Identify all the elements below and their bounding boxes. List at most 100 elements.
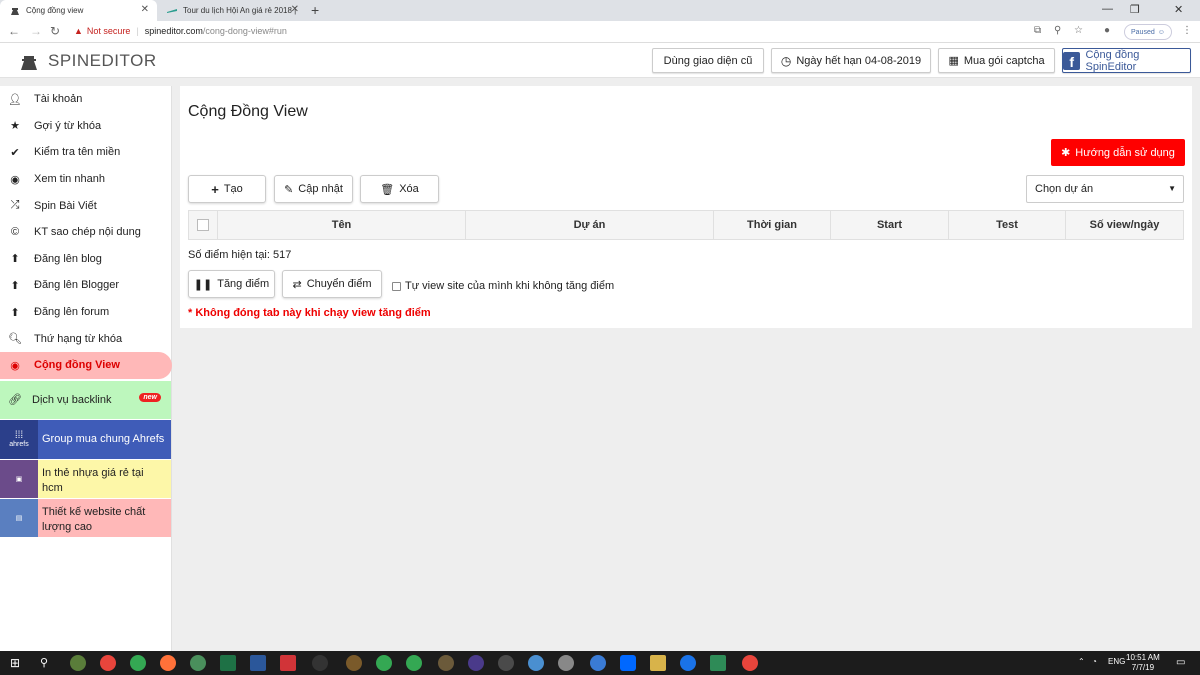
new-tab-button[interactable]: + [311,2,319,18]
paused-sync-button[interactable]: Paused ☺ [1124,24,1172,40]
main-panel: Cộng Đồng View ✱ Hướng dẫn sử dụng + Tạo… [180,86,1192,328]
menu-kebab-icon[interactable]: ⋮ [1182,25,1192,36]
back-icon[interactable]: ← [8,24,20,38]
sidebar-item-backlink[interactable]: 🔗︎ Dịch vụ backlink new [0,380,171,419]
sidebar-item-news[interactable]: ◉ Xem tin nhanh [0,166,171,193]
edge-icon[interactable] [680,655,696,671]
old-ui-button[interactable]: Dùng giao diện cũ [652,48,764,73]
copyright-icon: © [10,226,20,239]
guide-button[interactable]: ✱ Hướng dẫn sử dụng [1051,139,1185,166]
eye-icon: ◉ [10,173,20,186]
chrome-icon[interactable] [438,655,454,671]
eye-icon: ◉ [10,359,20,372]
zalo-icon[interactable] [620,655,636,671]
chrome-icon[interactable] [468,655,484,671]
app-icon[interactable] [312,655,328,671]
tray-chevron-icon[interactable]: ⌃ [1078,657,1085,666]
select-all-cell[interactable] [189,211,218,239]
zoom-icon[interactable]: ⚲ [1054,25,1061,36]
community-facebook-button[interactable]: f Cộng đồng SpinEditor [1062,48,1191,73]
bookmark-star-icon[interactable]: ☆ [1074,25,1083,36]
sidebar-item-keyword-rank[interactable]: 🔍︎ Thứ hạng từ khóa [0,325,171,352]
table-header: Tên Dự án Thời gian Start Test Số view/n… [188,210,1184,240]
windows-start-icon[interactable]: ⊞ [10,656,20,670]
url-path: /cong-dong-view#run [202,26,287,36]
delete-button[interactable]: 🗑︎ Xóa [360,175,439,203]
forward-icon[interactable]: → [30,24,42,38]
chrome-icon[interactable] [376,655,392,671]
chrome-icon[interactable] [558,655,574,671]
sidebar-item-copy-check[interactable]: © KT sao chép nội dung [0,219,171,246]
increase-points-button[interactable]: ❚❚ Tăng điểm [188,270,275,298]
app-icon[interactable] [710,655,726,671]
word-icon[interactable] [250,655,266,671]
sidebar-item-keyword-suggest[interactable]: ★ Gợi ý từ khóa [0,113,171,140]
address-bar: ← → ↻ ▲ Not secure | spineditor.com /con… [0,21,1200,43]
chrome-icon[interactable] [100,655,116,671]
page-title: Cộng Đồng View [188,103,308,120]
chrome-icon[interactable] [742,655,758,671]
col-name[interactable]: Tên [218,211,466,239]
col-time[interactable]: Thời gian [714,211,831,239]
buy-captcha-button[interactable]: ▦ Mua gói captcha [938,48,1055,73]
plus-icon: + [211,181,219,197]
self-view-checkbox[interactable] [392,281,401,291]
excel-icon[interactable] [220,655,236,671]
self-view-option[interactable]: Tự view site của mình khi không tăng điể… [392,280,614,292]
search-icon[interactable]: ⚲ [40,656,48,669]
expiry-button[interactable]: ◷ Ngày hết hạn 04-08-2019 [771,48,931,73]
col-project[interactable]: Dự án [466,211,714,239]
sidebar-item-post-forum[interactable]: ⬆ Đăng lên forum [0,299,171,326]
transfer-points-button[interactable]: ⇄ Chuyển điểm [282,270,382,298]
chrome-icon[interactable] [498,655,514,671]
sidebar-item-spin[interactable]: ⤮ Spin Bài Viết [0,192,171,219]
close-tab-icon[interactable]: ✕ [141,4,149,15]
sidebar-item-post-blog[interactable]: ⬆ Đăng lên blog [0,246,171,273]
select-all-checkbox[interactable] [197,219,209,231]
minimize-icon[interactable]: — [1102,3,1113,15]
ad-ahrefs[interactable]: ⁞⁞⁞ ahrefs Group mua chung Ahrefs [0,418,171,459]
sidebar: 👤︎ Tài khoản ★ Gợi ý từ khóa ✔ Kiểm tra … [0,86,172,651]
sidebar-item-domain-check[interactable]: ✔ Kiểm tra tên miền [0,139,171,166]
network-icon[interactable]: ◔ [1092,657,1097,666]
maximize-icon[interactable]: ❐ [1130,3,1140,16]
project-select[interactable]: Chọn dự án ▼ [1026,175,1184,203]
tab-cong-dong-view[interactable]: Cộng đồng view ✕ [0,0,157,21]
profile-icon[interactable]: ● [1104,25,1110,36]
chrome-icon[interactable] [406,655,422,671]
website-image-icon: ▤ [0,498,38,537]
file-explorer-icon[interactable] [650,655,666,671]
reload-icon[interactable]: ↻ [50,24,60,38]
col-start[interactable]: Start [831,211,949,239]
language-indicator[interactable]: ENG [1108,657,1125,666]
pause-icon: ❚❚ [193,278,213,291]
chrome-icon[interactable] [190,655,206,671]
tab-tour-hoi-an[interactable]: Tour du lịch Hội An giá rẻ 2018 | ✕ [157,0,307,21]
taskbar-app-icon[interactable] [70,655,86,671]
translate-icon[interactable]: ⧉ [1034,25,1041,36]
sidebar-item-post-blogger[interactable]: ⬆ Đăng lên Blogger [0,272,171,299]
exchange-icon: ⇄ [292,278,302,291]
gear-icon: ✱ [1061,147,1071,159]
clickup-icon[interactable] [590,655,606,671]
chrome-icon[interactable] [346,655,362,671]
close-window-icon[interactable]: ✕ [1174,3,1183,16]
chrome-icon[interactable] [528,655,544,671]
chrome-icon[interactable] [130,655,146,671]
sidebar-item-account[interactable]: 👤︎ Tài khoản [0,86,171,113]
notifications-icon[interactable]: ▭ [1176,657,1185,668]
ad-website-design[interactable]: ▤ Thiết kế website chất lượng cao [0,497,171,537]
ad-plastic-card[interactable]: ▣ In thẻ nhựa giá rẻ tại hcm [0,458,171,498]
create-button[interactable]: + Tạo [188,175,266,203]
facebook-icon: f [1063,51,1081,70]
site-logo[interactable]: SPINEDITOR [18,50,157,72]
update-button[interactable]: ✎ Cập nhật [274,175,353,203]
app-icon[interactable] [280,655,296,671]
close-tab-icon[interactable]: ✕ [291,4,299,15]
url-field[interactable]: ▲ Not secure | spineditor.com /cong-dong… [74,26,287,36]
sidebar-item-community-view[interactable]: ◉ Cộng đồng View [0,351,172,379]
firefox-icon[interactable] [160,655,176,671]
col-test[interactable]: Test [949,211,1066,239]
col-views-per-day[interactable]: Số view/ngày [1066,211,1183,239]
taskbar-clock[interactable]: 10:51 AM 7/7/19 [1126,653,1160,673]
